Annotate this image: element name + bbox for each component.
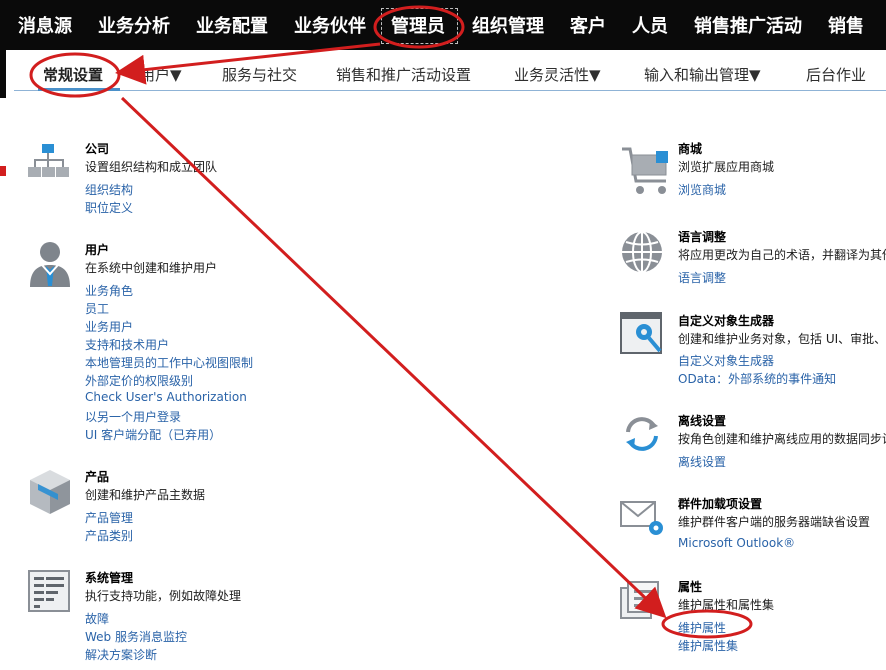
link-position-definition[interactable]: 职位定义 — [85, 199, 133, 216]
section-desc-custom-object-builder: 创建和维护业务对象，包括 UI、审批、通 — [678, 332, 886, 346]
link-microsoft-outlook[interactable]: Microsoft Outlook® — [678, 536, 795, 550]
link-business-users[interactable]: 业务用户 — [85, 318, 133, 335]
section-title-language-adaptation: 语言调整 — [678, 230, 727, 244]
subnav-item-sales-campaign-settings[interactable]: 销售和推广活动设置 — [336, 62, 471, 88]
link-odata-event-notification[interactable]: OData：外部系统的事件通知 — [678, 370, 836, 387]
sub-navigation-divider — [14, 90, 886, 91]
section-desc-system-admin: 执行支持功能，例如故障处理 — [85, 589, 242, 603]
link-support-technical-users[interactable]: 支持和技术用户 — [85, 336, 169, 353]
system-monitor-icon — [28, 570, 72, 614]
properties-icon — [620, 580, 664, 624]
red-edge-marker — [0, 166, 6, 176]
globe-icon — [620, 230, 664, 274]
topnav-item-news-feed[interactable]: 消息源 — [18, 0, 72, 50]
section-desc-properties: 维护属性和属性集 — [678, 598, 775, 612]
topnav-item-business-analytics[interactable]: 业务分析 — [98, 0, 170, 50]
section-title-properties: 属性 — [678, 580, 703, 594]
topnav-item-people[interactable]: 人员 — [632, 0, 668, 50]
section-title-marketplace: 商城 — [678, 142, 703, 156]
subnav-item-service-social[interactable]: 服务与社交 — [222, 62, 297, 88]
subnav-item-users[interactable]: 用户▼ — [140, 62, 182, 88]
active-subnav-underline — [38, 88, 120, 91]
section-desc-offline-settings: 按角色创建和维护离线应用的数据同步设 — [678, 432, 886, 446]
link-ui-client-assignment[interactable]: UI 客户端分配（已弃用） — [85, 426, 221, 443]
link-product-management[interactable]: 产品管理 — [85, 509, 133, 526]
link-custom-object-builder[interactable]: 自定义对象生成器 — [678, 352, 774, 369]
section-desc-products: 创建和维护产品主数据 — [85, 488, 206, 502]
link-local-admin-view-restrictions[interactable]: 本地管理员的工作中心视图限制 — [85, 354, 253, 371]
topnav-item-sales[interactable]: 销售 — [828, 0, 864, 50]
shopping-cart-icon — [620, 145, 668, 194]
topnav-item-campaigns[interactable]: 销售推广活动 — [694, 0, 802, 50]
link-language-adaptation[interactable]: 语言调整 — [678, 269, 726, 286]
custom-object-builder-icon — [620, 312, 664, 356]
section-desc-users: 在系统中创建和维护用户 — [85, 261, 218, 275]
email-settings-icon — [620, 498, 664, 542]
topnav-item-business-configuration[interactable]: 业务配置 — [196, 0, 268, 50]
section-title-groupware-addin: 群件加载项设置 — [678, 497, 763, 511]
org-chart-icon — [28, 142, 72, 186]
subnav-item-business-flexibility[interactable]: 业务灵活性▼ — [514, 62, 601, 88]
section-title-system-admin: 系统管理 — [85, 571, 134, 585]
section-title-custom-object-builder: 自定义对象生成器 — [678, 314, 775, 328]
link-product-categories[interactable]: 产品类别 — [85, 527, 133, 544]
subnav-item-general-settings[interactable]: 常规设置 — [43, 62, 103, 88]
section-desc-company: 设置组织结构和成立团队 — [85, 160, 218, 174]
section-title-products: 产品 — [85, 470, 110, 484]
section-desc-marketplace: 浏览扩展应用商城 — [678, 160, 775, 174]
link-business-roles[interactable]: 业务角色 — [85, 282, 133, 299]
offline-sync-icon — [620, 412, 664, 456]
link-check-user-authorization[interactable]: Check User's Authorization — [85, 390, 247, 404]
link-org-structure[interactable]: 组织结构 — [85, 181, 133, 198]
link-browse-marketplace[interactable]: 浏览商城 — [678, 181, 726, 198]
topnav-item-org-management[interactable]: 组织管理 — [472, 0, 544, 50]
link-employees[interactable]: 员工 — [85, 300, 109, 317]
link-maintain-property-sets[interactable]: 维护属性集 — [678, 637, 738, 654]
link-incidents[interactable]: 故障 — [85, 610, 109, 627]
section-title-users: 用户 — [85, 243, 110, 257]
section-desc-language-adaptation: 将应用更改为自己的术语，并翻译为其他 — [678, 248, 886, 262]
link-solution-diagnostics[interactable]: 解决方案诊断 — [85, 646, 157, 663]
link-offline-settings[interactable]: 离线设置 — [678, 453, 726, 470]
section-desc-groupware-addin: 维护群件客户端的服务器端缺省设置 — [678, 515, 871, 529]
product-box-icon — [28, 468, 72, 514]
section-title-company: 公司 — [85, 142, 110, 156]
topnav-item-customers[interactable]: 客户 — [570, 0, 606, 50]
user-icon — [28, 240, 72, 287]
link-external-pricing-permission[interactable]: 外部定价的权限级别 — [85, 372, 193, 389]
link-maintain-properties[interactable]: 维护属性 — [678, 619, 726, 636]
link-web-service-message-monitoring[interactable]: Web 服务消息监控 — [85, 628, 187, 645]
topnav-item-administrator[interactable]: 管理员 — [391, 0, 445, 50]
subnav-item-background-jobs[interactable]: 后台作业 — [806, 62, 866, 88]
section-title-offline-settings: 离线设置 — [678, 414, 727, 428]
link-login-as-another-user[interactable]: 以另一个用户登录 — [85, 408, 181, 425]
subnav-item-input-output-management[interactable]: 输入和输出管理▼ — [644, 62, 761, 88]
topnav-item-business-partners[interactable]: 业务伙伴 — [294, 0, 366, 50]
